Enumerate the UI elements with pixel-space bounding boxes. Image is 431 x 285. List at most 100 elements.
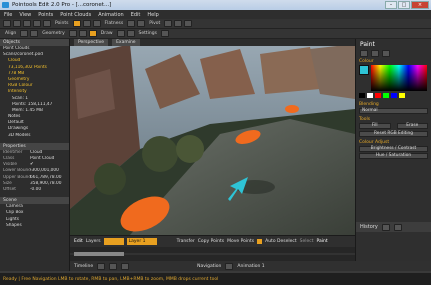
toolbar-label-align: Align <box>5 31 17 36</box>
navigation-label: Navigation <box>197 263 222 269</box>
paint-panel: Paint Colour Blending Normal Tools Fill … <box>355 39 431 271</box>
grid-icon[interactable] <box>137 20 146 27</box>
property-key: Offset <box>3 186 16 192</box>
fill-erase-row: Fill Erase <box>356 122 431 130</box>
brightness-contrast-button[interactable]: Brightness / Contrast <box>359 146 428 152</box>
erase-button[interactable]: Erase <box>396 123 428 129</box>
viewport-tabs: Perspective Examine <box>70 39 355 46</box>
colour-spectrum[interactable] <box>371 65 427 91</box>
menu-item-edit[interactable]: Edit <box>131 12 141 18</box>
timeline-ruler <box>70 252 355 256</box>
dropper-icon[interactable] <box>382 50 390 57</box>
blending-header: Blending <box>359 102 379 107</box>
transfer-button[interactable]: Transfer <box>177 239 195 244</box>
animation-label[interactable]: Animation 1 <box>237 264 264 269</box>
play-icon[interactable] <box>97 262 106 270</box>
settings-icon[interactable] <box>160 30 169 37</box>
auto-deselect-label: Auto Deselect <box>265 239 297 244</box>
menu-item-point-clouds[interactable]: Point Clouds <box>60 12 91 18</box>
draw-icon[interactable] <box>116 30 125 37</box>
sphere-icon[interactable] <box>78 30 87 37</box>
brush-icon[interactable] <box>92 20 101 27</box>
rotate-icon[interactable] <box>30 30 39 37</box>
status-text: Ready | Free Navigation LMB to rotate, R… <box>3 276 219 282</box>
auto-deselect-checkbox[interactable] <box>257 239 263 244</box>
history-save-icon[interactable] <box>381 223 390 231</box>
history-label[interactable]: History <box>360 224 378 230</box>
layer-color-bar[interactable] <box>103 238 124 245</box>
app-icon <box>2 2 9 8</box>
points-icon[interactable] <box>72 20 81 27</box>
swatch-black[interactable] <box>359 93 365 98</box>
hue-saturation-button[interactable]: Hue / Saturation <box>359 153 428 159</box>
spray-icon[interactable] <box>371 50 379 57</box>
align-icon[interactable] <box>20 30 29 37</box>
history-clear-icon[interactable] <box>393 223 402 231</box>
colour-swatches <box>356 92 431 99</box>
lasso-icon[interactable] <box>82 20 91 27</box>
scene-tree: Point Clouds Scans/coronet.pod Cloud 73,116… <box>0 46 69 139</box>
property-value: -0.00 <box>30 186 42 192</box>
layer-name[interactable]: Layer 1 <box>126 238 157 245</box>
bottom-tree-item[interactable]: Shapes <box>0 223 69 229</box>
bottom-tree-header: Scene <box>0 197 69 205</box>
objects-header: Objects <box>0 39 69 46</box>
paint-brush-icon[interactable] <box>360 50 368 57</box>
status-bar: Ready | Free Navigation LMB to rotate, R… <box>0 273 431 285</box>
redo-icon[interactable] <box>43 20 51 27</box>
timeline[interactable] <box>70 247 355 261</box>
menu-item-view[interactable]: View <box>19 12 31 18</box>
layers-label: Layers <box>85 239 101 244</box>
swatch-red[interactable] <box>375 93 381 98</box>
toolbar-label-geometry: Geometry <box>42 31 65 36</box>
current-colour-swatch[interactable] <box>359 65 369 75</box>
edit-label: Edit <box>74 239 83 244</box>
nav-icon[interactable] <box>225 262 234 270</box>
camera-icon[interactable] <box>184 20 193 27</box>
pivot-icon[interactable] <box>164 20 173 27</box>
swatch-yellow[interactable] <box>399 93 405 98</box>
fill-button[interactable]: Fill <box>359 123 391 129</box>
menu-item-points[interactable]: Points <box>38 12 53 18</box>
colour-adjust-header: Colour Adjust <box>359 140 390 145</box>
tab-examine[interactable]: Examine <box>112 39 140 46</box>
toolbar-label-settings: Settings <box>138 31 157 36</box>
toolbar-label-draw: Draw <box>100 31 113 36</box>
tab-perspective[interactable]: Perspective <box>74 39 109 46</box>
new-icon[interactable] <box>3 20 11 27</box>
timeline-label: Timeline <box>74 263 94 269</box>
title-bar: Pointools Edit 2.0 Pro - [...coronet...]… <box>0 0 431 10</box>
maximize-button[interactable]: □ <box>398 1 410 9</box>
left-panel: Objects Point Clouds Scans/coronet.pod Clo… <box>0 39 70 271</box>
close-button[interactable]: × <box>411 1 429 9</box>
history-bar: History <box>356 222 431 232</box>
secondary-toolbar: Align Geometry Draw Settings <box>0 29 431 39</box>
measure-icon[interactable] <box>174 20 183 27</box>
tree-item[interactable]: 3D Models <box>0 133 69 139</box>
stop-icon[interactable] <box>109 262 118 270</box>
line-icon[interactable] <box>126 30 135 37</box>
swatch-white[interactable] <box>367 93 373 98</box>
paint-tab[interactable]: Paint <box>317 239 328 244</box>
box-icon[interactable] <box>68 30 77 37</box>
flatness-icon[interactable] <box>127 20 136 27</box>
copy-points-button[interactable]: Copy Points <box>198 239 224 244</box>
blend-mode-select[interactable]: Normal <box>359 108 428 114</box>
minimize-button[interactable]: – <box>385 1 397 9</box>
save-icon[interactable] <box>23 20 31 27</box>
brush-tools <box>356 50 431 57</box>
3d-viewport[interactable] <box>70 39 355 235</box>
undo-icon[interactable] <box>33 20 41 27</box>
move-points-button[interactable]: Move Points <box>227 239 254 244</box>
reset-rgb-button[interactable]: Reset RGB Editing <box>359 131 428 137</box>
swatch-blue[interactable] <box>391 93 397 98</box>
open-icon[interactable] <box>13 20 21 27</box>
select-tab[interactable]: Select <box>300 239 314 244</box>
menu-item-file[interactable]: File <box>4 12 12 18</box>
record-icon[interactable] <box>121 262 130 270</box>
menu-item-help[interactable]: Help <box>147 12 158 18</box>
menu-item-animation[interactable]: Animation <box>98 12 124 18</box>
colour-picker[interactable] <box>356 64 431 92</box>
select-icon[interactable] <box>88 30 97 37</box>
swatch-green[interactable] <box>383 93 389 98</box>
